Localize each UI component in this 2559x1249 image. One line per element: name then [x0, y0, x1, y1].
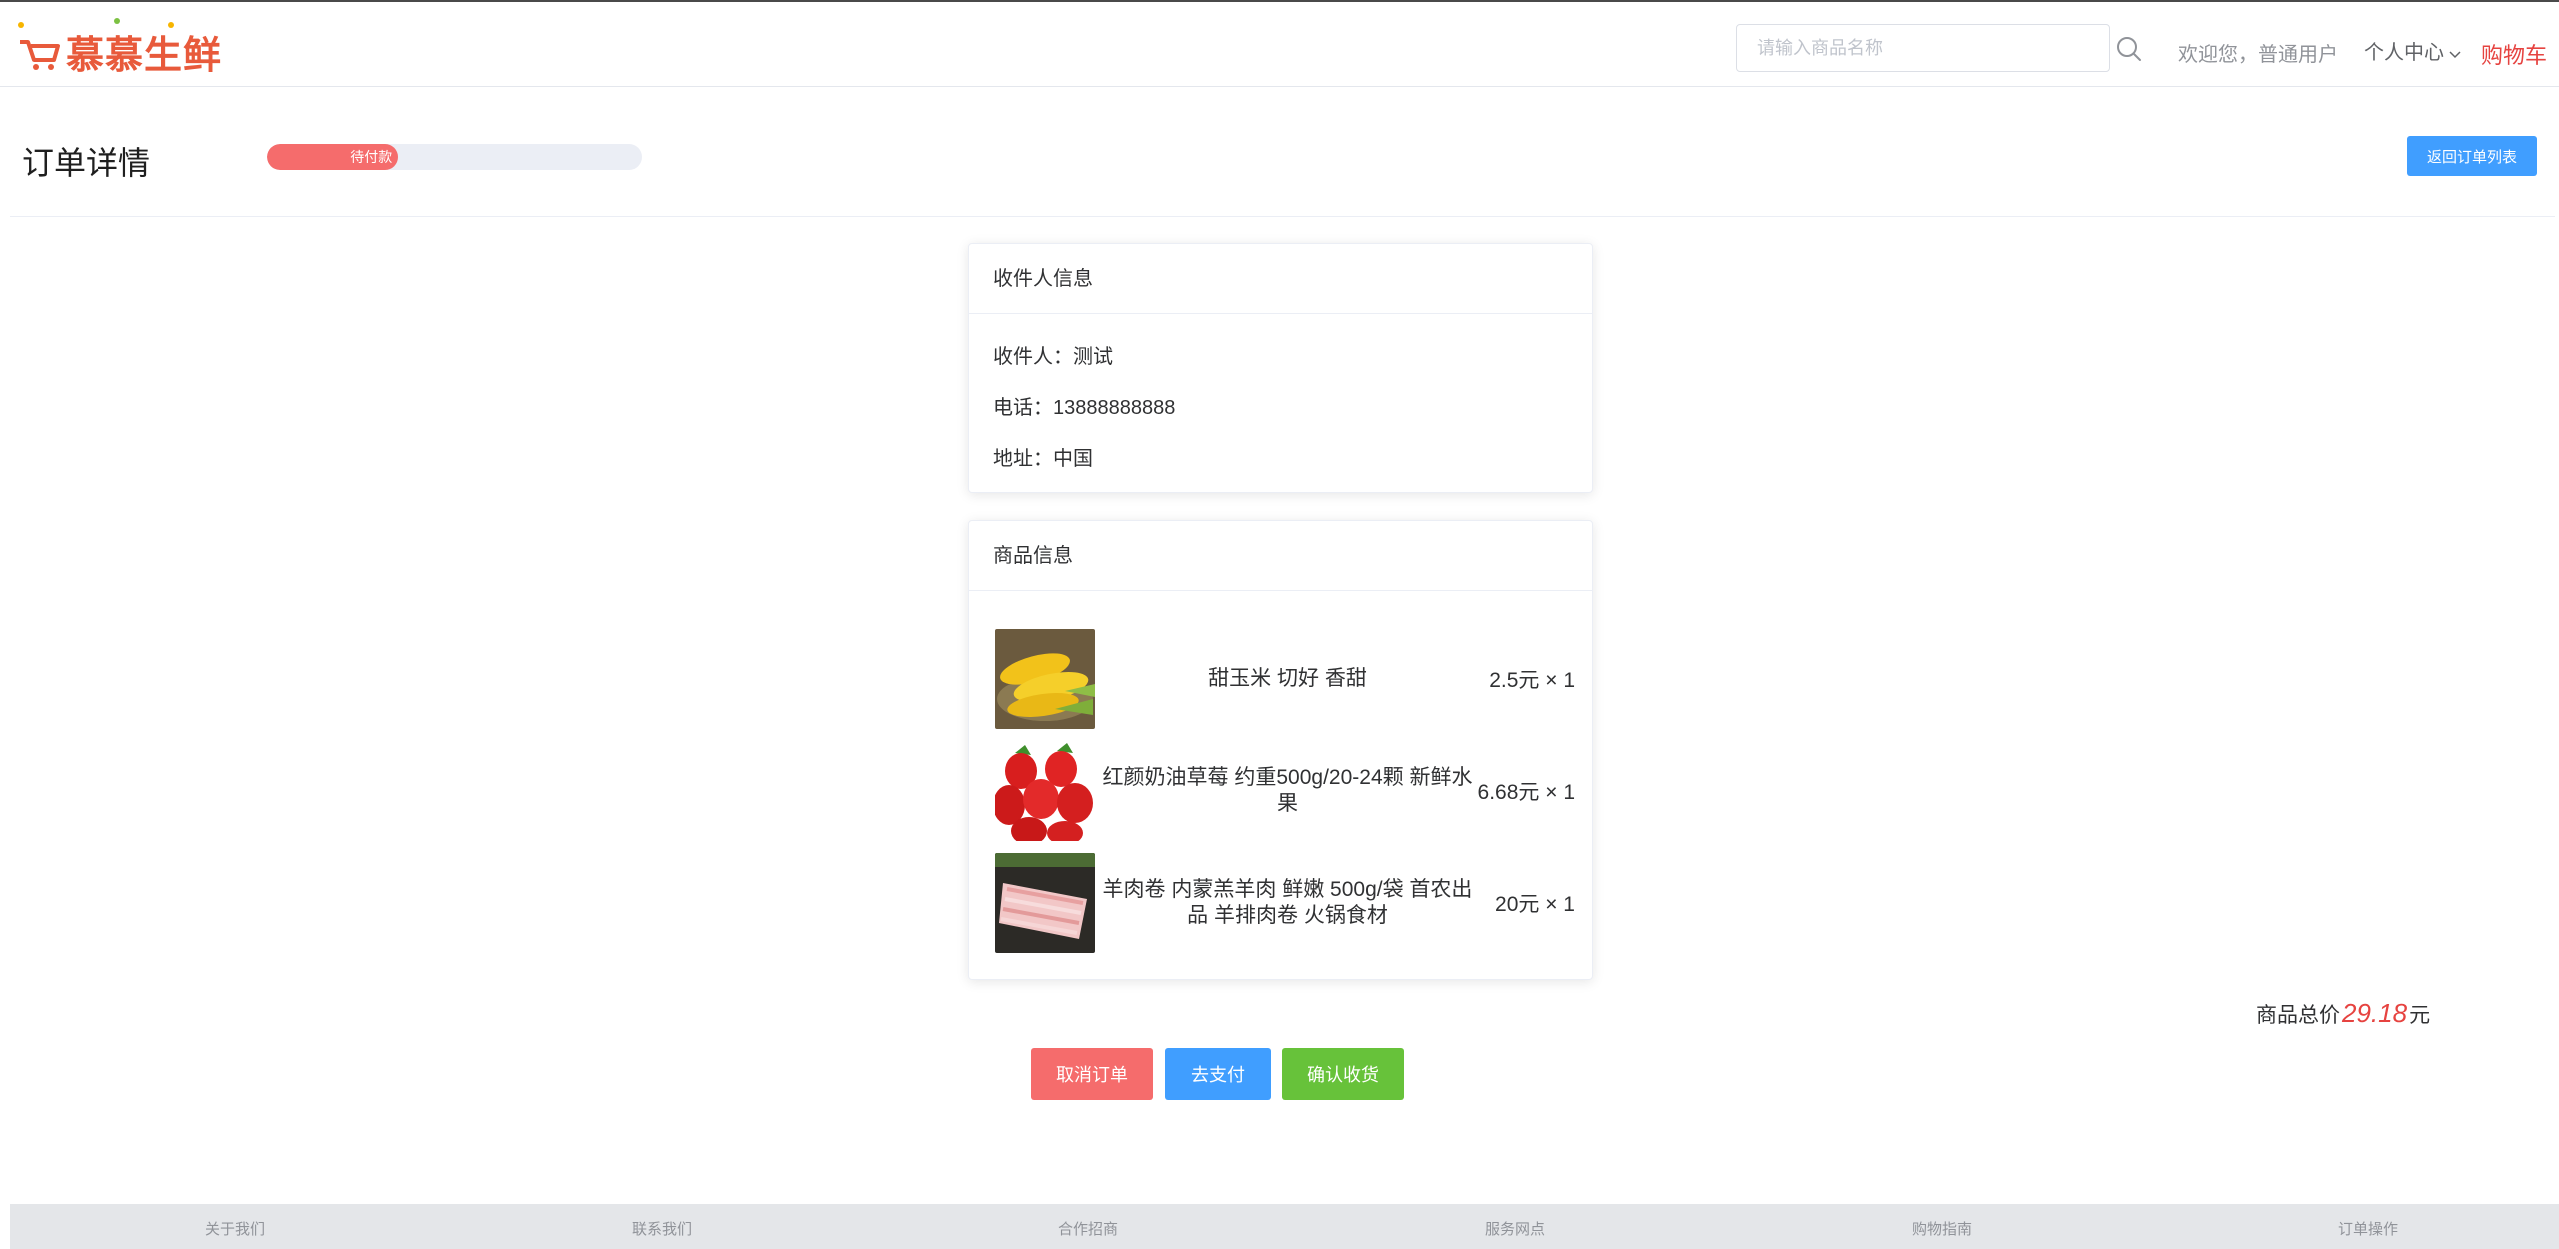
- goods-name[interactable]: 甜玉米 切好 香甜: [1095, 629, 1480, 729]
- footer-bar: 关于我们 联系我们 合作招商 服务网点 购物指南 订单操作: [10, 1204, 2559, 1249]
- top-header: 慕慕生鲜 欢迎您，普通用户 个人中心 购物车: [0, 2, 2559, 87]
- total-label: 商品总价: [2256, 1004, 2340, 1027]
- goods-name[interactable]: 红颜奶油草莓 约重500g/20-24颗 新鲜水果: [1095, 741, 1480, 841]
- footer-link-order-ops[interactable]: 订单操作: [2338, 1218, 2398, 1239]
- confirm-receipt-button[interactable]: 确认收货: [1282, 1048, 1404, 1100]
- card-heading: 收件人信息: [969, 244, 1592, 314]
- receiver-phone: 电话：13888888888: [993, 397, 1176, 419]
- strawberry-image[interactable]: [995, 741, 1095, 841]
- order-status-progress: 待付款: [267, 144, 642, 170]
- goods-name[interactable]: 羊肉卷 内蒙羔羊肉 鲜嫩 500g/袋 首农出品 羊排肉卷 火锅食材: [1095, 853, 1480, 953]
- logo-decoration: [18, 22, 24, 28]
- goods-row: 红颜奶油草莓 约重500g/20-24颗 新鲜水果 6.68元 × 1: [995, 741, 1575, 843]
- goods-price: 2.5元 × 1: [1489, 669, 1575, 692]
- goods-row: 甜玉米 切好 香甜 2.5元 × 1: [995, 629, 1575, 731]
- site-logo[interactable]: 慕慕生鲜: [18, 18, 228, 78]
- mutton-roll-icon: [995, 853, 1095, 953]
- welcome-text: 欢迎您，普通用户: [2178, 44, 2338, 66]
- total-unit: 元: [2409, 1004, 2431, 1027]
- receiver-info-card: 收件人信息 收件人：测试 电话：13888888888 地址：中国: [968, 243, 1593, 493]
- mutton-roll-image[interactable]: [995, 853, 1095, 953]
- user-center-label: 个人中心: [2364, 42, 2444, 64]
- footer-link-service-points[interactable]: 服务网点: [1485, 1218, 1545, 1239]
- footer-link-about[interactable]: 关于我们: [205, 1218, 265, 1239]
- goods-row: 羊肉卷 内蒙羔羊肉 鲜嫩 500g/袋 首农出品 羊排肉卷 火锅食材 20元 ×…: [995, 853, 1575, 955]
- search-input[interactable]: [1736, 24, 2110, 72]
- page-title: 订单详情: [22, 145, 151, 181]
- pay-button[interactable]: 去支付: [1165, 1048, 1271, 1100]
- footer-link-partnership[interactable]: 合作招商: [1058, 1218, 1118, 1239]
- user-center-menu[interactable]: 个人中心: [2364, 36, 2462, 65]
- receiver-name: 收件人：测试: [993, 346, 1113, 368]
- search-icon[interactable]: [2116, 36, 2142, 62]
- back-to-order-list-button[interactable]: 返回订单列表: [2407, 136, 2537, 176]
- corn-icon: [995, 629, 1095, 729]
- goods-price: 6.68元 × 1: [1477, 781, 1575, 804]
- progress-fill: 待付款: [267, 144, 399, 170]
- corn-image[interactable]: [995, 629, 1095, 729]
- order-status-label: 待付款: [350, 149, 393, 165]
- total-amount: 29.18: [2342, 998, 2408, 1028]
- footer-link-shopping-guide[interactable]: 购物指南: [1912, 1218, 1972, 1239]
- goods-price: 20元 × 1: [1495, 893, 1575, 916]
- order-total: 商品总价29.18元: [2256, 998, 2430, 1029]
- card-heading: 商品信息: [969, 521, 1592, 591]
- chevron-down-icon: [2449, 51, 2461, 58]
- receiver-address: 地址：中国: [993, 448, 1093, 470]
- logo-text: 慕慕生鲜: [66, 33, 223, 77]
- cart-link[interactable]: 购物车: [2481, 38, 2547, 70]
- order-title-bar: 订单详情 待付款 返回订单列表: [10, 88, 2555, 217]
- footer-link-contact[interactable]: 联系我们: [632, 1218, 692, 1239]
- cart-logo-icon: [20, 40, 60, 70]
- cancel-order-button[interactable]: 取消订单: [1031, 1048, 1153, 1100]
- strawberry-icon: [995, 741, 1095, 841]
- goods-info-card: 商品信息 甜玉米 切好 香甜 2.5元 × 1 红颜奶油草莓 约重500g/20…: [968, 520, 1593, 980]
